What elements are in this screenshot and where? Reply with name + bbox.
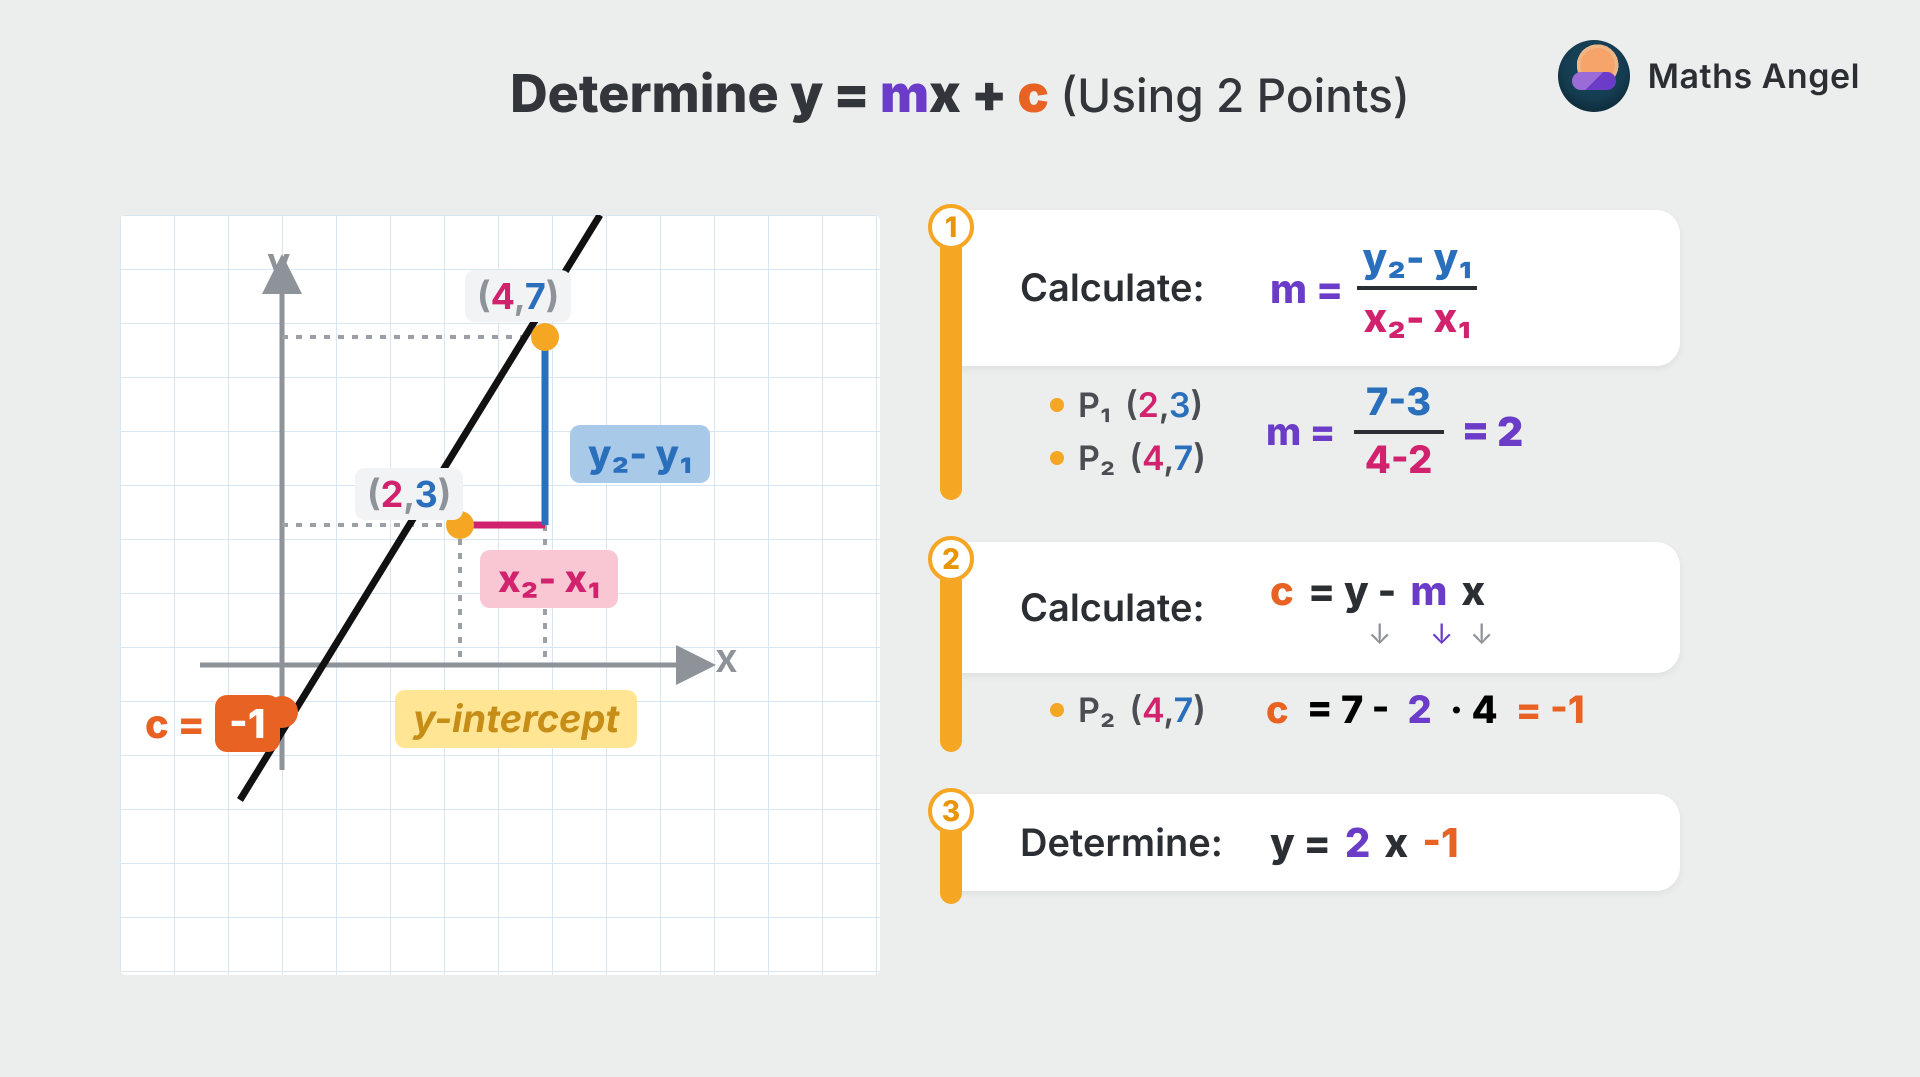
point-p2-label: (4,7): [465, 270, 571, 322]
dx-tag: x₂- x₁: [480, 550, 618, 608]
step-2-sub: P₂ (4,7) c = 7 - 2 · 4 = -1: [960, 673, 1680, 737]
steps-column: 1 Calculate: m = y₂- y₁ x₂- x₁ P₁ (2,3) …: [940, 210, 1680, 946]
step-3-num: 3: [928, 788, 974, 834]
step-2: 2 Calculate: c = y - mx ↓ ↓ ↓ P₂ (4,7): [940, 542, 1680, 752]
step-1-bar: [940, 238, 962, 500]
step-3-card: Determine: y = 2x -1: [960, 794, 1680, 891]
step-3-bar: [940, 822, 962, 904]
step-2-card: Calculate: c = y - mx ↓ ↓ ↓: [960, 542, 1680, 673]
step-1-sub: P₁ (2,3) P₂ (4,7) m = 7-3 4-2 = 2: [960, 366, 1680, 487]
step-3: 3 Determine: y = 2x -1: [940, 794, 1680, 904]
dy-tag: y₂- y₁: [570, 425, 710, 483]
step-1: 1 Calculate: m = y₂- y₁ x₂- x₁ P₁ (2,3) …: [940, 210, 1680, 500]
step-1-num: 1: [928, 204, 974, 250]
graph-panel: y x (4,7) (2,3) y₂- y₁ x₂- x₁ y-intercep…: [120, 215, 880, 975]
x-axis-label: x: [715, 633, 738, 682]
step-2-num: 2: [928, 536, 974, 582]
c-value-callout: c = -1: [145, 695, 280, 752]
y-intercept-tag: y-intercept: [395, 690, 637, 748]
step-2-bar: [940, 570, 962, 752]
page-title: Determine y = mx + c (Using 2 Points): [0, 62, 1920, 125]
point-p1-label: (2,3): [355, 468, 463, 520]
step-1-card: Calculate: m = y₂- y₁ x₂- x₁: [960, 210, 1680, 366]
y-axis-label: y: [267, 237, 291, 286]
